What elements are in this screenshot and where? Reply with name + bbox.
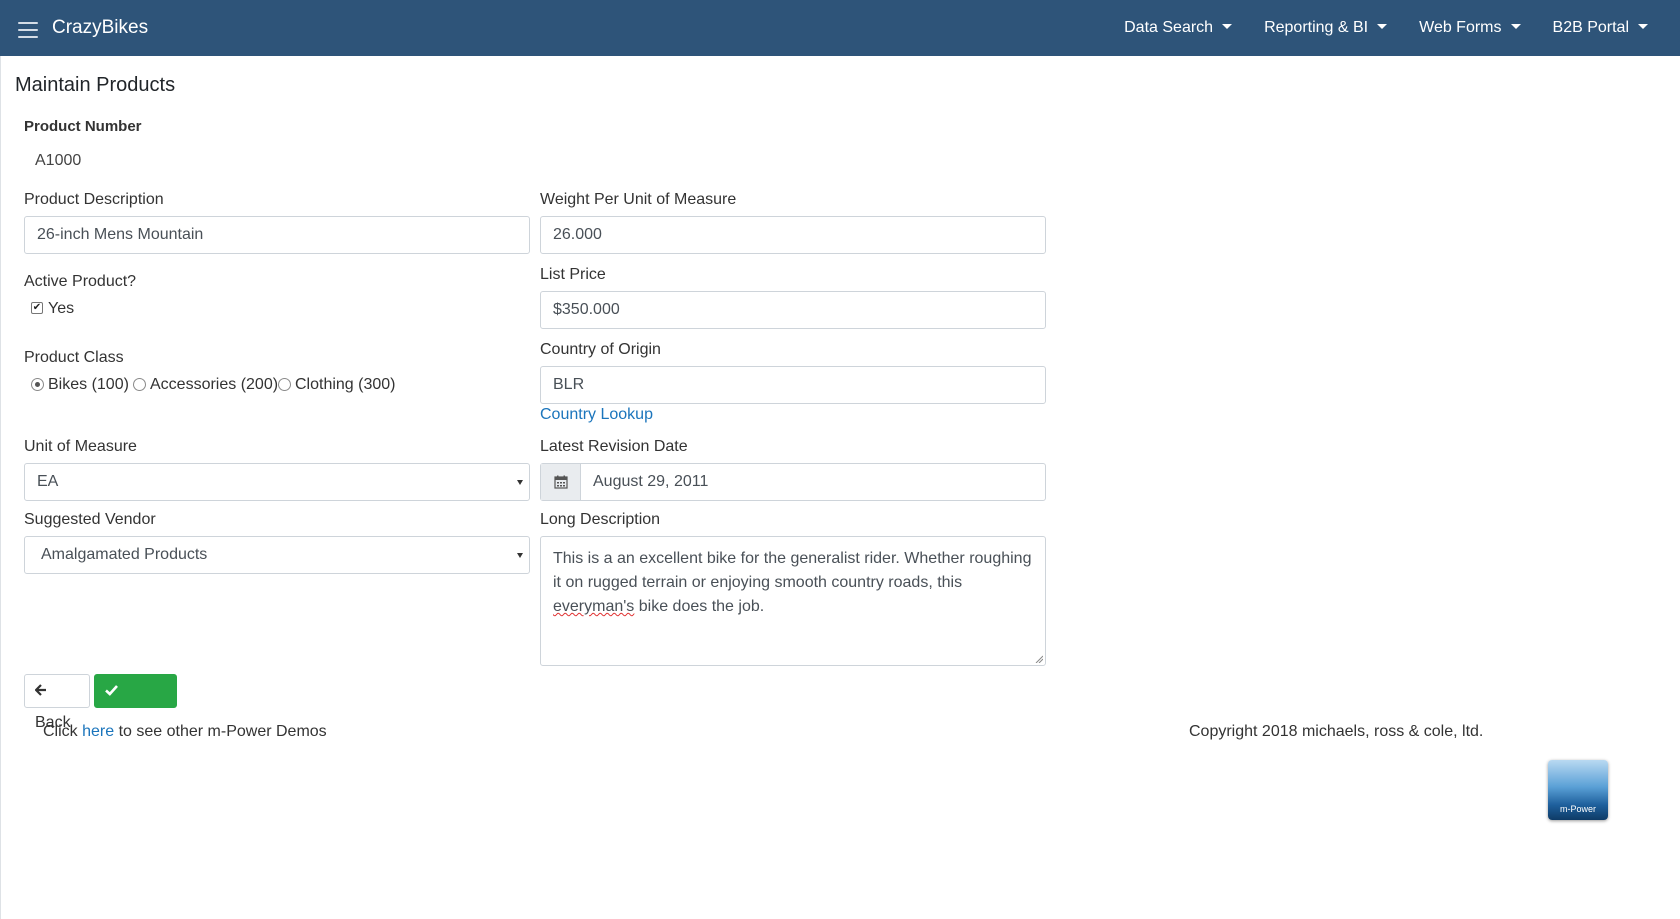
caret-down-icon (1510, 24, 1521, 29)
product-class-label: Product Class (24, 349, 124, 366)
revision-date-label: Latest Revision Date (540, 438, 688, 455)
caret-down-icon (1638, 24, 1648, 29)
product-class-radio-clothing[interactable] (278, 378, 291, 391)
active-product-label: Active Product? (24, 273, 137, 290)
long-description-text-end: bike does the job. (634, 598, 765, 615)
hamburger-menu-icon[interactable] (18, 22, 38, 38)
nav-item-data-search[interactable]: Data Search (1108, 0, 1248, 56)
product-description-input[interactable]: 26-inch Mens Mountain (24, 216, 530, 254)
active-product-option-label[interactable]: Yes (48, 300, 74, 318)
list-price-label: List Price (540, 266, 606, 283)
country-input[interactable]: BLR (540, 366, 1046, 404)
resize-grip-icon[interactable] (1035, 655, 1043, 663)
page-left-border (0, 56, 1, 919)
calendar-icon (554, 475, 568, 489)
caret-down-icon (1377, 24, 1388, 29)
unit-of-measure-select[interactable]: EA (24, 463, 530, 501)
demos-text-suffix: to see other m-Power Demos (114, 723, 327, 740)
nav-item-b2b-portal[interactable]: B2B Portal (1537, 0, 1680, 56)
mpower-logo-text: m-Power (1559, 804, 1596, 814)
unit-of-measure-label: Unit of Measure (24, 438, 137, 455)
unit-of-measure-value: EA (37, 473, 59, 490)
product-description-label: Product Description (24, 191, 164, 208)
product-class-radio-accessories[interactable] (133, 378, 146, 391)
country-label: Country of Origin (540, 341, 661, 358)
product-class-option-bikes[interactable]: Bikes (100) (48, 376, 129, 394)
back-button[interactable]: Back (24, 674, 90, 731)
long-description-label: Long Description (540, 511, 661, 528)
long-description-text: This is a an excellent bike for the gene… (553, 550, 1032, 591)
copyright-text: Copyright 2018 michaels, ross & cole, lt… (1189, 723, 1484, 740)
mpower-logo[interactable]: m-Power (1548, 760, 1608, 820)
nav-item-web-forms[interactable]: Web Forms (1403, 0, 1536, 56)
calendar-button[interactable] (541, 464, 581, 500)
accept-button[interactable]: Accept (94, 674, 177, 731)
vendor-select[interactable]: Amalgamated Products (24, 536, 530, 574)
country-lookup-link[interactable]: Country Lookup (540, 406, 653, 424)
caret-down-icon (1222, 24, 1233, 29)
check-icon (105, 685, 118, 696)
nav-menu: Data Search Reporting & BI Web Forms B2B… (1108, 0, 1680, 56)
nav-item-reporting-bi[interactable]: Reporting & BI (1248, 0, 1403, 56)
arrow-left-icon (34, 684, 46, 696)
weight-label: Weight Per Unit of Measure (540, 191, 737, 208)
demos-footer-text: Click here to see other m-Power Demos (43, 723, 327, 741)
misspelled-word: everyman's (553, 598, 635, 615)
product-class-radio-bikes[interactable] (31, 378, 44, 391)
weight-input[interactable]: 26.000 (540, 216, 1046, 254)
demos-text-prefix: Click (43, 723, 83, 740)
brand-name[interactable]: CrazyBikes (52, 17, 148, 39)
page-title: Maintain Products (15, 74, 176, 96)
long-description-textarea[interactable]: This is a an excellent bike for the gene… (540, 536, 1046, 666)
vendor-value: Amalgamated Products (41, 546, 208, 563)
revision-date-field[interactable]: August 29, 2011 (540, 463, 1046, 501)
dropdown-arrow-icon (517, 480, 523, 485)
product-class-option-accessories[interactable]: Accessories (200) (150, 376, 278, 394)
product-number-value: A1000 (35, 152, 82, 169)
revision-date-value[interactable]: August 29, 2011 (593, 464, 708, 500)
top-navbar: CrazyBikes Data Search Reporting & BI We… (0, 0, 1680, 56)
dropdown-arrow-icon (517, 553, 523, 558)
vendor-label: Suggested Vendor (24, 511, 156, 528)
active-product-checkbox[interactable]: ✔ (31, 302, 43, 314)
list-price-input[interactable]: $350.000 (540, 291, 1046, 329)
product-class-option-clothing[interactable]: Clothing (300) (295, 376, 396, 394)
product-number-label: Product Number (24, 118, 142, 135)
demos-here-link[interactable]: here (82, 723, 114, 740)
